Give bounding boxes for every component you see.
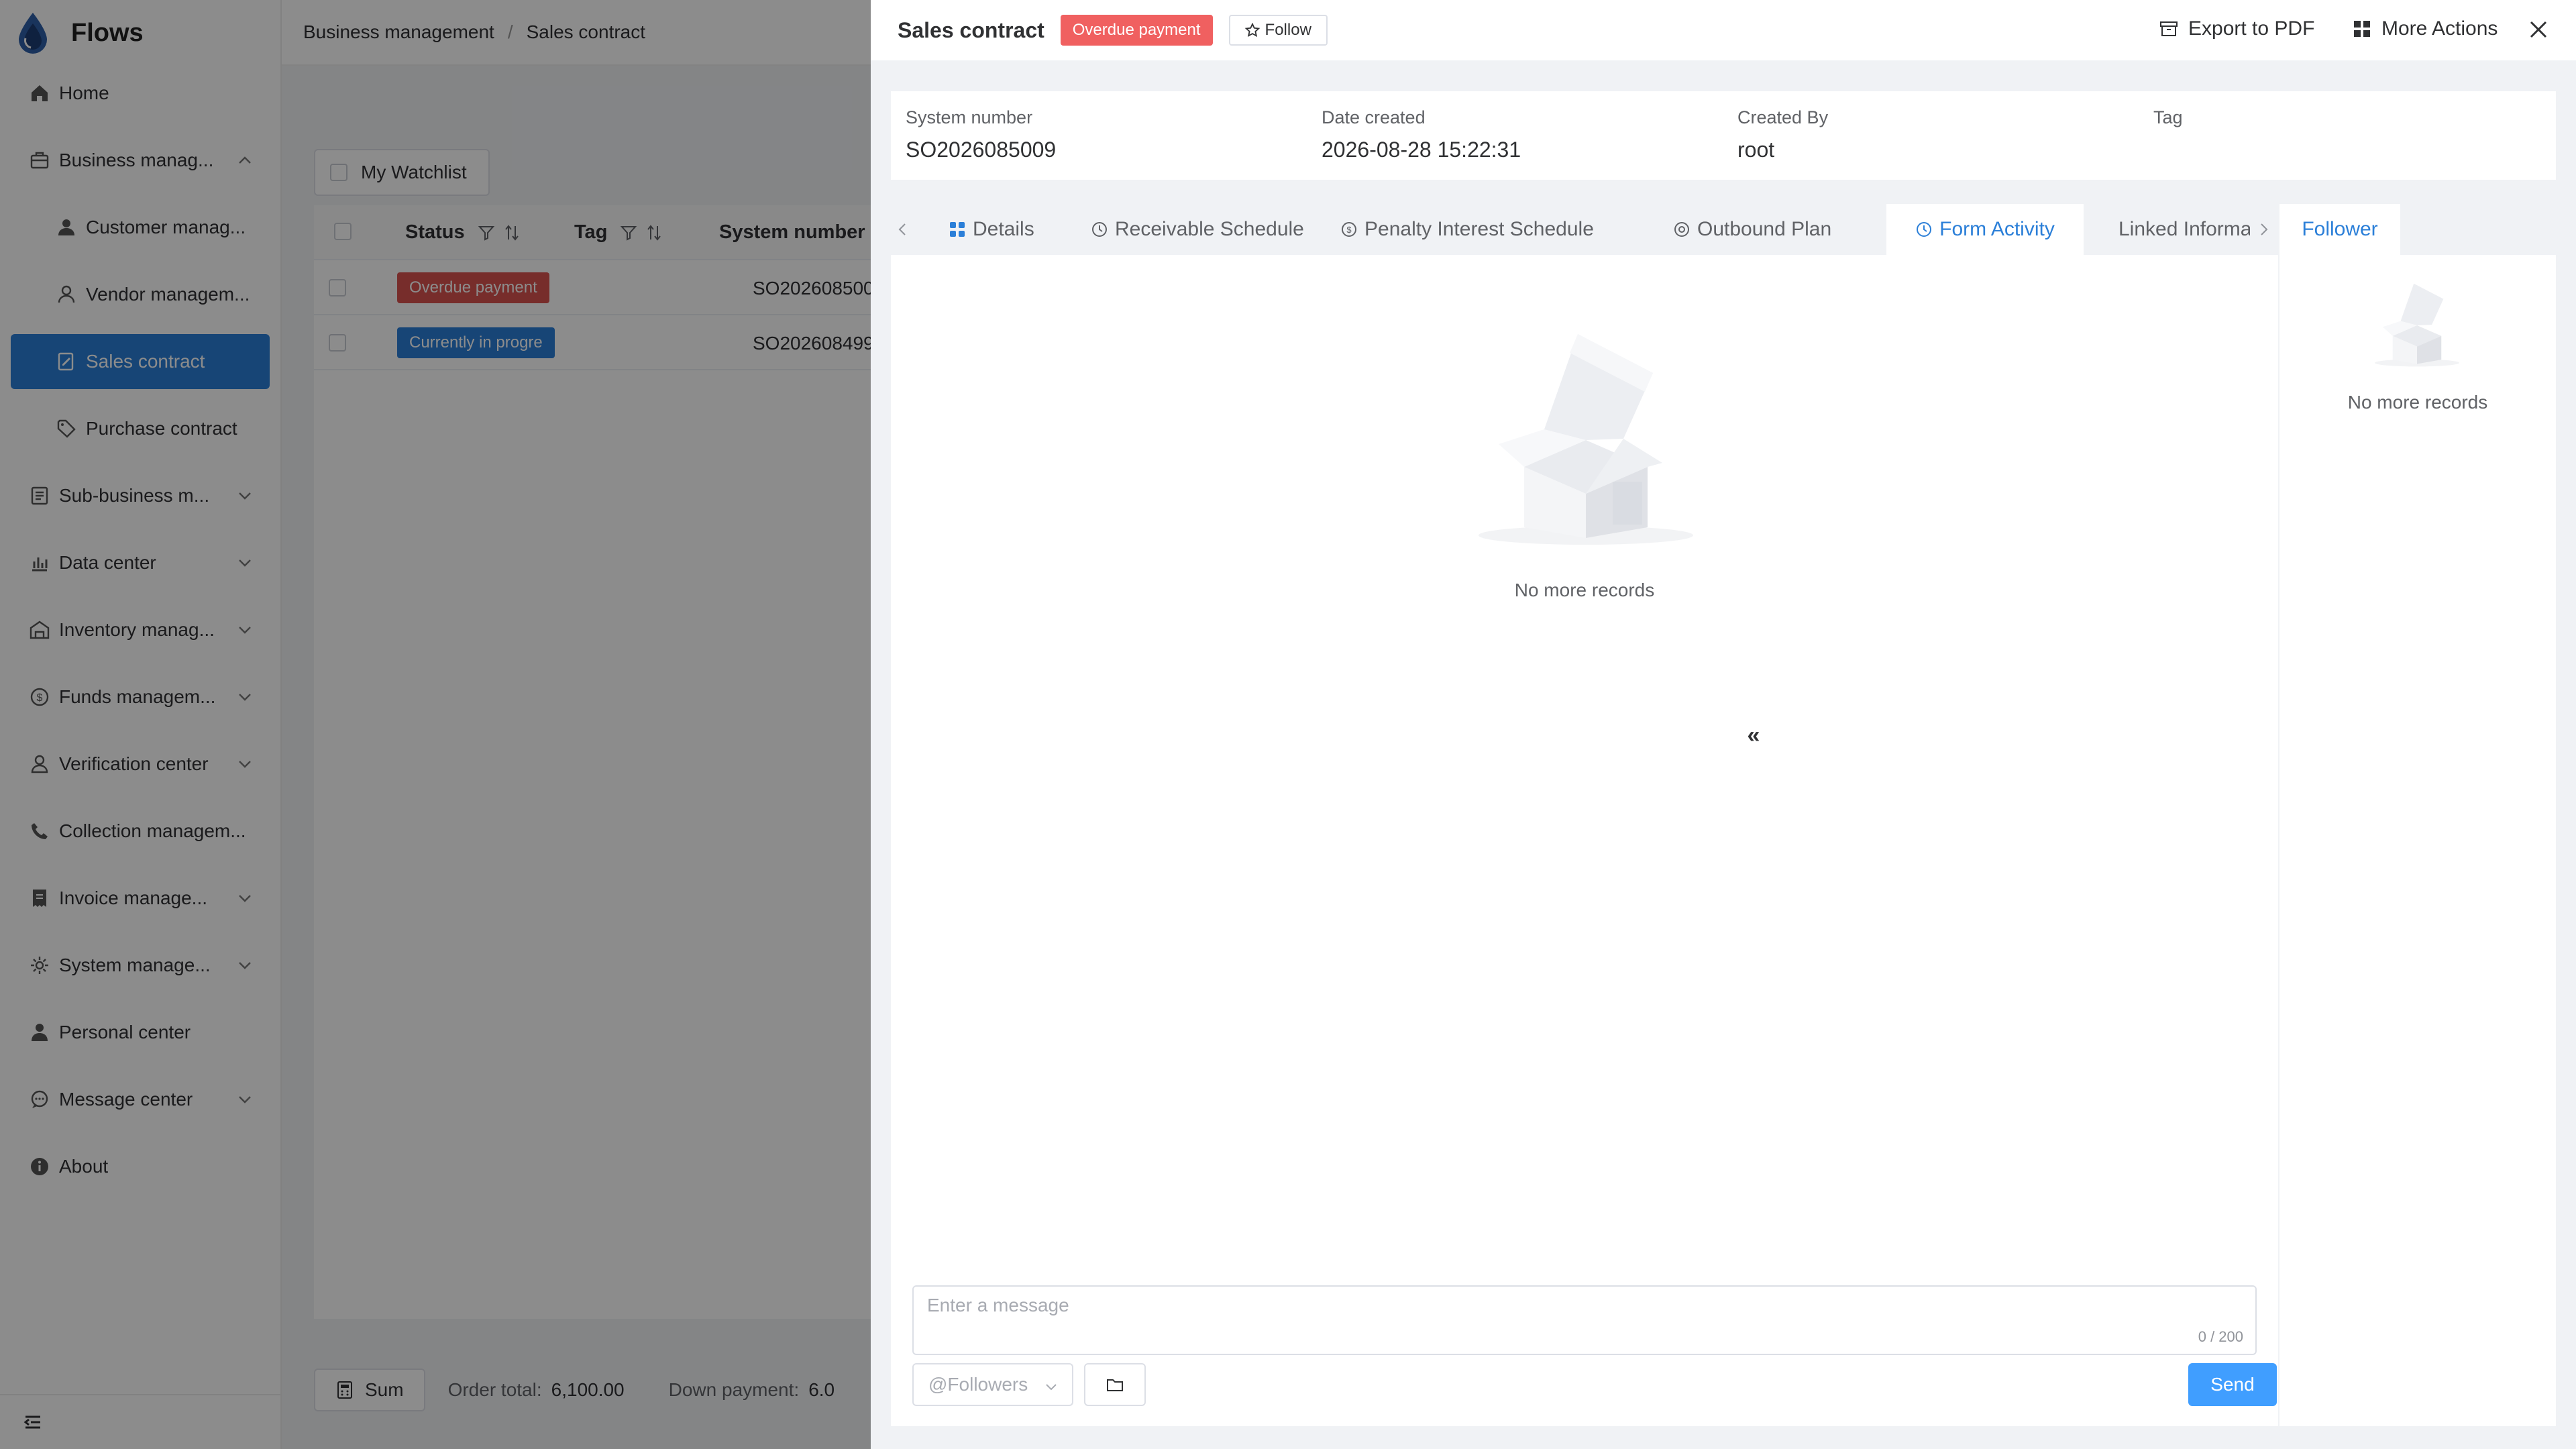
tab-linked-information[interactable]: Linked Informa [2112,204,2250,255]
tab-label: Outbound Plan [1697,218,1832,240]
export-pdf-button[interactable]: Export to PDF [2159,17,2314,40]
info-card: System number SO2026085009 Date created … [891,91,2556,180]
tab-details[interactable]: Details [949,204,1034,255]
detail-drawer: Sales contract Overdue payment Follow Ex… [871,0,2576,1449]
modal-overlay[interactable] [0,0,871,1449]
expand-toggle-icon[interactable]: « [1743,722,1764,749]
follower-empty-text: No more records [2347,392,2488,413]
grid-icon [2354,21,2370,37]
export-icon [2160,21,2178,36]
star-icon [1244,23,1260,38]
tab-label: Receivable Schedule [1115,218,1304,240]
clock-icon [1917,222,1932,237]
field-label: Date created [1322,107,1426,127]
target-icon [1674,222,1689,237]
system-number-field: System number SO2026085009 [906,107,1056,162]
empty-box-icon [2374,283,2460,367]
folder-icon [1107,1379,1123,1391]
more-actions-label: More Actions [2381,17,2498,40]
followers-select[interactable]: @Followers [912,1363,1073,1406]
detail-tabs: Details Receivable Schedule $ Penalty In… [891,204,2278,255]
followers-label: @Followers [928,1374,1028,1395]
export-label: Export to PDF [2188,17,2315,40]
date-created-field: Date created 2026-08-28 15:22:31 [1322,107,1521,162]
follow-label: Follow [1265,21,1311,39]
attach-folder-button[interactable] [1084,1363,1146,1406]
more-actions-button[interactable]: More Actions [2352,17,2498,40]
message-input[interactable] [914,1287,2255,1354]
follower-panel: No more records [2279,255,2556,1426]
follow-button[interactable]: Follow [1228,15,1328,46]
field-label: Tag [2153,107,2183,127]
chevron-right-icon[interactable] [2254,220,2273,239]
coin-icon: $ [1342,222,1356,237]
tag-field: Tag [2153,107,2183,128]
message-input-box[interactable]: 0 / 200 [912,1285,2257,1355]
send-button[interactable]: Send [2188,1363,2277,1406]
tab-penalty-interest-schedule[interactable]: $ Penalty Interest Schedule [1340,204,1594,255]
field-label: Created By [1737,107,1829,127]
tab-follower[interactable]: Follower [2279,204,2400,255]
tab-label: Linked Informa [2118,218,2250,240]
svg-text:$: $ [1346,225,1352,235]
chevron-left-icon[interactable] [894,220,912,239]
tab-label: Details [973,218,1034,240]
field-value: root [1737,138,1775,162]
status-badge: Overdue payment [1060,15,1213,46]
tab-label: Form Activity [1939,218,2055,240]
chevron-down-icon [1046,1384,1057,1391]
char-counter: 0 / 200 [2198,1328,2243,1345]
drawer-header: Sales contract Overdue payment Follow Ex… [871,0,2576,60]
clock-icon [1092,222,1107,237]
created-by-field: Created By root [1737,107,1828,162]
tab-outbound-plan[interactable]: Outbound Plan [1673,204,1831,255]
field-value: 2026-08-28 15:22:31 [1322,138,1521,162]
tab-receivable-schedule[interactable]: Receivable Schedule [1091,204,1304,255]
tab-form-activity[interactable]: Form Activity [1886,204,2084,255]
empty-box-icon [1479,334,1693,545]
drawer-title: Sales contract [898,17,1044,42]
field-value: SO2026085009 [906,138,1057,162]
grid-icon [950,222,965,237]
form-activity-panel: No more records 0 / 200 @Followers Send [891,255,2278,1426]
empty-text: No more records [1514,580,1655,600]
field-label: System number [906,107,1033,127]
tab-label: Penalty Interest Schedule [1364,218,1594,240]
close-icon[interactable] [2528,19,2549,40]
